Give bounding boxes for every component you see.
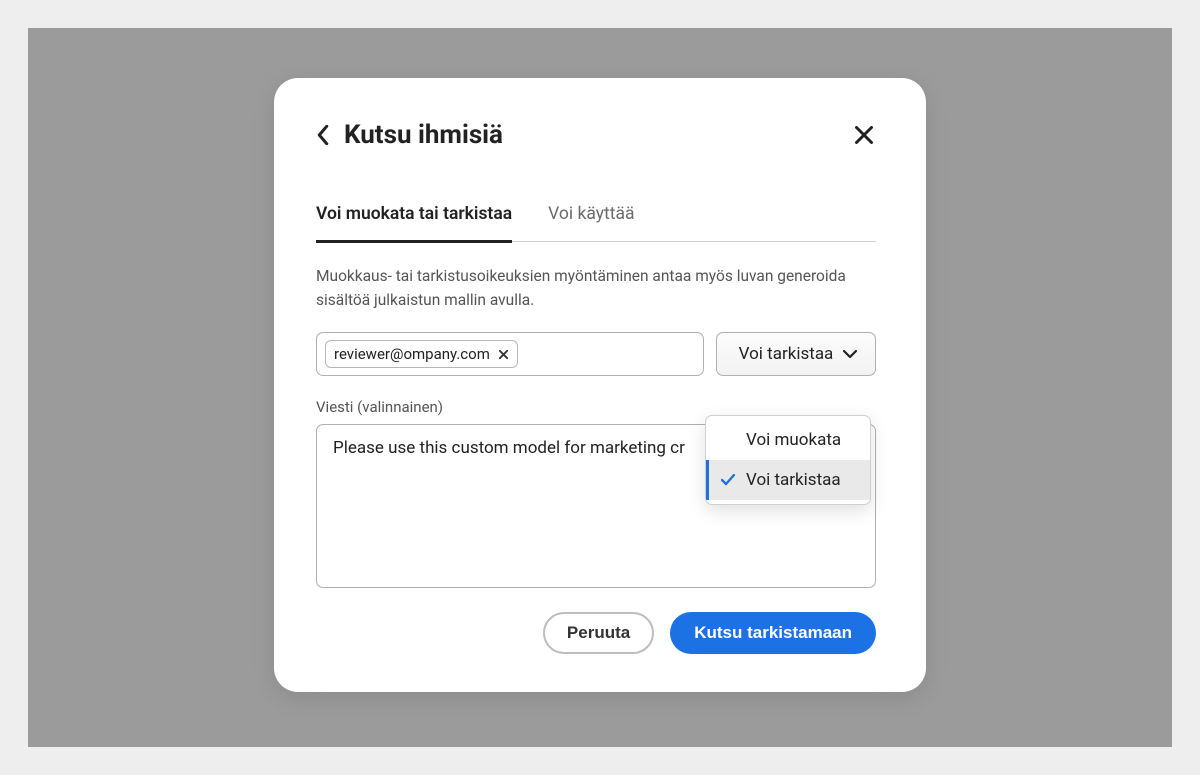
chip-remove-button[interactable] bbox=[498, 349, 509, 360]
close-icon bbox=[498, 349, 509, 360]
chevron-left-icon bbox=[316, 125, 330, 145]
email-input[interactable]: reviewer@ompany.com bbox=[316, 332, 704, 376]
dialog-header: Kutsu ihmisiä bbox=[316, 120, 876, 150]
permission-select[interactable]: Voi tarkistaa bbox=[716, 332, 876, 376]
tab-edit-review[interactable]: Voi muokata tai tarkistaa bbox=[316, 204, 512, 243]
permission-tabs: Voi muokata tai tarkistaa Voi käyttää bbox=[316, 204, 876, 242]
check-icon-wrap bbox=[720, 474, 736, 486]
cancel-button[interactable]: Peruuta bbox=[543, 612, 654, 654]
chevron-down-icon bbox=[843, 350, 857, 359]
close-button[interactable] bbox=[852, 123, 876, 147]
dropdown-option-label: Voi muokata bbox=[746, 430, 841, 450]
check-icon bbox=[721, 474, 735, 486]
help-text: Muokkaus- tai tarkistusoikeuksien myöntä… bbox=[316, 264, 876, 312]
email-chip-text: reviewer@ompany.com bbox=[334, 345, 490, 363]
dropdown-option-review[interactable]: Voi tarkistaa bbox=[706, 460, 870, 500]
input-row: reviewer@ompany.com Voi tarkistaa bbox=[316, 332, 876, 376]
submit-button[interactable]: Kutsu tarkistamaan bbox=[670, 612, 876, 654]
dialog-title: Kutsu ihmisiä bbox=[344, 120, 503, 150]
tab-use[interactable]: Voi käyttää bbox=[548, 204, 634, 243]
back-button[interactable] bbox=[316, 125, 330, 145]
permission-dropdown: Voi muokata Voi tarkistaa bbox=[705, 415, 871, 505]
email-chip: reviewer@ompany.com bbox=[325, 340, 518, 368]
title-wrap: Kutsu ihmisiä bbox=[316, 120, 503, 150]
dropdown-option-label: Voi tarkistaa bbox=[746, 470, 841, 490]
invite-dialog: Kutsu ihmisiä Voi muokata tai tarkistaa … bbox=[274, 78, 926, 692]
message-label: Viesti (valinnainen) bbox=[316, 398, 876, 416]
dialog-footer: Peruuta Kutsu tarkistamaan bbox=[316, 612, 876, 654]
permission-select-label: Voi tarkistaa bbox=[739, 344, 834, 364]
dropdown-option-edit[interactable]: Voi muokata bbox=[706, 420, 870, 460]
close-icon bbox=[854, 125, 874, 145]
